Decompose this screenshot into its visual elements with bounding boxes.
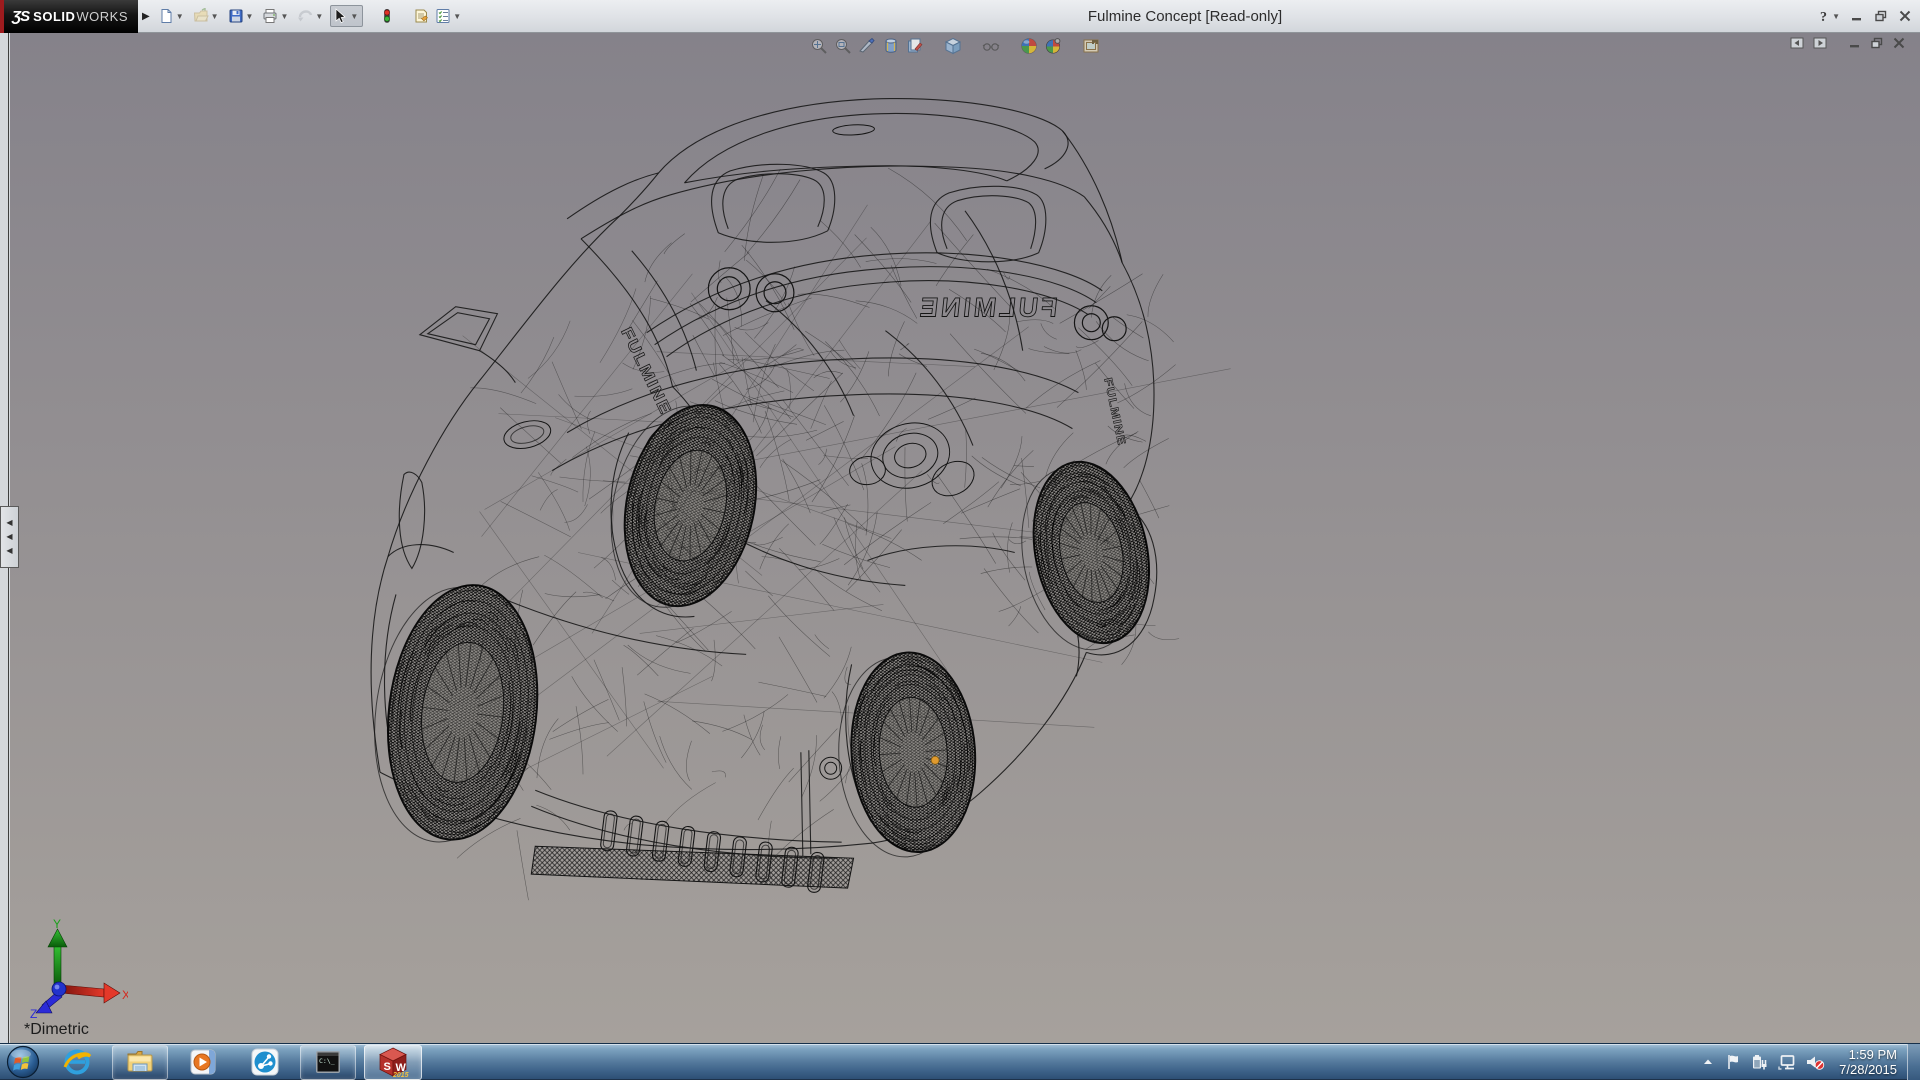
- taskbar-clock[interactable]: 1:59 PM 7/28/2015: [1839, 1047, 1897, 1077]
- print-button[interactable]: ▼: [260, 5, 293, 27]
- options-button[interactable]: ▼: [433, 5, 466, 27]
- start-button[interactable]: [0, 1044, 46, 1080]
- display-style-button[interactable]: [979, 36, 1003, 56]
- new-document-button[interactable]: ▼: [156, 5, 189, 27]
- zoom-to-fit-button[interactable]: [807, 36, 831, 56]
- system-tray: [1700, 1053, 1825, 1071]
- dropdown-caret-icon[interactable]: ▼: [176, 12, 184, 21]
- dassault-3ds-mark: ƷS: [12, 8, 29, 25]
- collapse-arrow-icon: ◀: [6, 547, 12, 555]
- brand-name-light: WORKS: [76, 9, 128, 24]
- windows-taskbar: C:\_ SW2015 1:59 PM 7/28/2015: [0, 1043, 1920, 1080]
- network-icon[interactable]: [1777, 1053, 1796, 1071]
- dropdown-caret-icon[interactable]: ▼: [280, 12, 288, 21]
- view-orientation-button[interactable]: [941, 36, 965, 56]
- taskbar-items: C:\_ SW2015: [46, 1045, 426, 1080]
- help-dropdown-caret-icon[interactable]: ▼: [1832, 12, 1840, 21]
- doc-minimize-button[interactable]: [1848, 36, 1862, 50]
- hide-show-items-button[interactable]: [1017, 36, 1041, 56]
- main-toolbar: ▼ ▼ ▼ ▼ ▼ ▼ ▼: [156, 5, 466, 27]
- orientation-triad: Y X Z: [18, 919, 128, 1019]
- previous-window-button[interactable]: [1790, 36, 1805, 50]
- headsup-view-toolbar: [807, 36, 1103, 56]
- collapse-arrow-icon: ◀: [6, 533, 12, 541]
- title-bar: ƷS SOLID WORKS ▶ ▼ ▼ ▼ ▼ ▼ ▼ ▼ Fulmine Concept…: [0, 0, 1920, 33]
- triad-y-label: Y: [53, 919, 61, 931]
- document-window-controls: [1790, 36, 1906, 50]
- section-view-button[interactable]: [855, 36, 879, 56]
- minimize-button[interactable]: [1850, 9, 1864, 23]
- undo-button[interactable]: ▼: [295, 5, 328, 27]
- dropdown-caret-icon[interactable]: ▼: [315, 12, 323, 21]
- select-tool-button[interactable]: ▼: [330, 5, 363, 27]
- doc-restore-button[interactable]: [1870, 36, 1884, 50]
- collapse-arrow-icon: ◀: [6, 519, 12, 527]
- wireframe-car-model[interactable]: FULMINEFULMINEFULMINE: [10, 33, 1920, 1043]
- apply-scene-button[interactable]: [1079, 36, 1103, 56]
- svg-text:C:\_: C:\_: [319, 1057, 335, 1065]
- file-properties-button[interactable]: [411, 5, 431, 27]
- solidworks-logo: ƷS SOLID WORKS: [0, 0, 138, 33]
- svg-text:FULMINE: FULMINE: [916, 293, 1059, 323]
- window-title: Fulmine Concept [Read-only]: [1088, 0, 1282, 32]
- brand-name-bold: SOLID: [33, 9, 75, 24]
- window-controls: ?▼: [1818, 0, 1912, 32]
- open-button[interactable]: ▼: [191, 5, 224, 27]
- triad-x-label: X: [122, 988, 128, 1002]
- clock-date: 7/28/2015: [1839, 1062, 1897, 1077]
- show-hidden-icons-button[interactable]: [1700, 1054, 1716, 1070]
- menu-expand-arrow-icon[interactable]: ▶: [142, 11, 150, 22]
- blue-app-taskbar-item[interactable]: [238, 1045, 292, 1080]
- dropdown-caret-icon[interactable]: ▼: [453, 12, 461, 21]
- feature-panel-collapse-handle[interactable]: ◀ ◀ ◀: [0, 506, 19, 568]
- origin-marker: [931, 756, 939, 764]
- dropdown-caret-icon[interactable]: ▼: [350, 12, 358, 21]
- svg-text:2015: 2015: [392, 1072, 409, 1078]
- media-player-taskbar-item[interactable]: [176, 1045, 230, 1080]
- clock-time: 1:59 PM: [1839, 1047, 1897, 1062]
- view-orientation-label: *Dimetric: [24, 1021, 89, 1039]
- show-desktop-button[interactable]: [1907, 1044, 1920, 1080]
- zoom-to-area-button[interactable]: [831, 36, 855, 56]
- power-icon[interactable]: [1750, 1053, 1768, 1071]
- next-window-button[interactable]: [1813, 36, 1828, 50]
- cmd-taskbar-item[interactable]: C:\_: [300, 1045, 356, 1080]
- graphics-viewport[interactable]: FULMINEFULMINEFULMINE ◀ ◀ ◀ Y X: [10, 33, 1920, 1043]
- triad-z-label: Z: [30, 1007, 37, 1019]
- solidworks-window: ƷS SOLID WORKS ▶ ▼ ▼ ▼ ▼ ▼ ▼ ▼ Fulmine Concept…: [0, 0, 1920, 1080]
- annotation-views-button[interactable]: [903, 36, 927, 56]
- svg-text:?: ?: [1820, 10, 1827, 24]
- restore-button[interactable]: [1874, 9, 1888, 23]
- dropdown-caret-icon[interactable]: ▼: [246, 12, 254, 21]
- svg-text:S: S: [384, 1061, 391, 1073]
- previous-view-button[interactable]: [879, 36, 903, 56]
- dropdown-caret-icon[interactable]: ▼: [211, 12, 219, 21]
- help-button[interactable]: ?▼: [1818, 8, 1840, 24]
- save-button[interactable]: ▼: [226, 5, 259, 27]
- solidworks-taskbar-item[interactable]: SW2015: [364, 1045, 422, 1080]
- rebuild-button[interactable]: [377, 5, 397, 27]
- volume-muted-icon[interactable]: [1805, 1053, 1825, 1071]
- explorer-taskbar-item[interactable]: [112, 1045, 168, 1080]
- ie-taskbar-item[interactable]: [50, 1045, 104, 1080]
- action-center-icon[interactable]: [1725, 1053, 1741, 1071]
- close-button[interactable]: [1898, 9, 1912, 23]
- edit-appearance-button[interactable]: [1041, 36, 1065, 56]
- doc-close-button[interactable]: [1892, 36, 1906, 50]
